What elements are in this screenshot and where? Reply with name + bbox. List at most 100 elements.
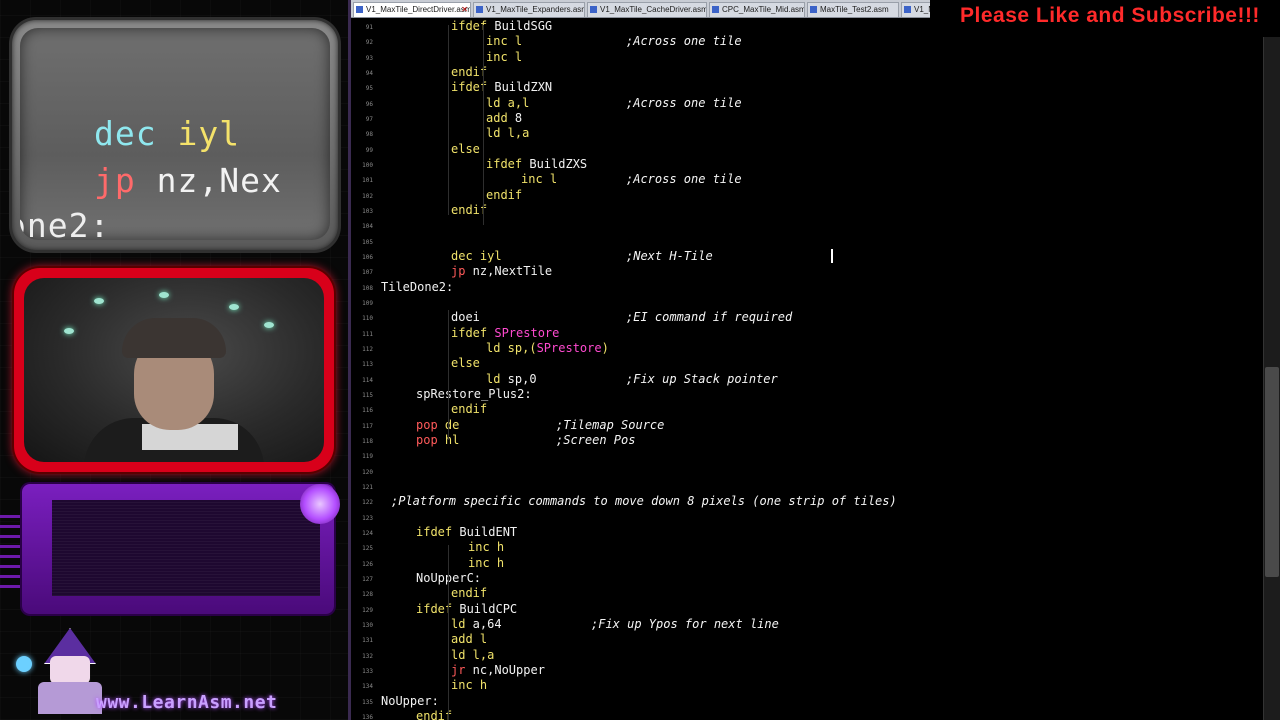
tab-directdriver[interactable]: V1_MaxTile_DirectDriver.asm ✕ <box>353 2 471 17</box>
scrollbar-thumb[interactable] <box>1265 367 1279 577</box>
code-line[interactable]: pop de <box>416 418 459 433</box>
close-icon[interactable]: ✕ <box>461 3 468 17</box>
code-token: ld <box>451 616 466 631</box>
code-line[interactable]: jp nz,NextTile <box>451 264 552 279</box>
code-token: ifdef <box>451 80 488 95</box>
code-token: ifdef <box>416 601 453 616</box>
tab-cachedriver[interactable]: V1_MaxTile_CacheDriver.asm <box>587 2 707 17</box>
code-token: inc <box>486 49 508 64</box>
code-token: nz,NextTile <box>465 264 553 279</box>
code-token: l,a <box>500 126 530 141</box>
tab-test2[interactable]: MaxTile_Test2.asm <box>807 2 899 17</box>
light-bulb-icon <box>94 298 104 304</box>
code-line[interactable]: add l <box>451 632 487 647</box>
code-token: ifdef <box>486 156 523 171</box>
indent-guide <box>448 310 449 440</box>
tab-label: CPC_MaxTile_Mid.asm <box>722 5 805 14</box>
code-token: l <box>507 34 523 49</box>
code-editor[interactable]: V1_MaxTile_DirectDriver.asm ✕ V1_MaxTile… <box>351 0 1280 720</box>
code-line[interactable]: endif <box>451 203 487 218</box>
code-line[interactable]: ifdef BuildENT <box>416 525 517 540</box>
tab-cpc-mid[interactable]: CPC_MaxTile_Mid.asm <box>709 2 805 17</box>
light-bulb-icon <box>159 292 169 298</box>
code-line[interactable]: endif <box>451 402 487 417</box>
code-line[interactable]: inc h <box>451 678 487 693</box>
light-bulb-icon <box>64 328 74 334</box>
code-token: add <box>486 110 508 125</box>
code-line[interactable]: endif <box>451 65 487 80</box>
code-token: BuildZXN <box>487 80 553 95</box>
code-token: a,l <box>500 95 530 110</box>
code-comment: ;Screen Pos <box>556 432 636 447</box>
code-area[interactable]: ifdef BuildSGG inc l ;Across one tile inc l… <box>351 17 1241 720</box>
code-line[interactable]: ifdef BuildCPC <box>416 602 517 617</box>
asm-file-icon <box>590 6 597 13</box>
code-token: ld <box>486 340 501 355</box>
code-token: l <box>542 172 558 187</box>
code-line[interactable]: inc l <box>521 172 557 187</box>
tab-label: V1_MaxTile_CacheDriver.asm <box>600 5 707 14</box>
code-line[interactable]: else <box>451 356 480 371</box>
code-token: endif <box>451 402 488 417</box>
code-token: endif <box>451 202 488 217</box>
code-token: BuildCPC <box>452 601 518 616</box>
code-line[interactable]: endif <box>416 709 452 720</box>
presenter-cap <box>122 318 226 358</box>
code-line[interactable]: ifdef BuildSGG <box>451 19 552 34</box>
code-line[interactable]: inc h <box>468 556 504 571</box>
code-token: doei <box>451 310 480 325</box>
code-token: ifdef <box>451 325 488 340</box>
code-line[interactable]: doei <box>451 310 480 325</box>
code-line[interactable]: ld sp,(SPrestore) <box>486 341 609 356</box>
tab-label: V1_MaxTile_DirectDriver.asm <box>366 5 471 14</box>
zoom-line-3: one2: <box>20 206 111 240</box>
webcam-frame <box>14 268 334 472</box>
asm-file-icon <box>904 6 911 13</box>
zoom-arg-1: iyl <box>177 114 241 153</box>
code-line[interactable]: endif <box>451 586 487 601</box>
light-bulb-icon <box>229 304 239 310</box>
zoom-arg-2: nz,Nex <box>156 161 282 200</box>
code-token: l <box>472 632 488 647</box>
webcam-view <box>24 278 324 462</box>
code-line[interactable]: ifdef SPrestore <box>451 326 559 341</box>
code-token: ifdef <box>451 19 488 33</box>
code-comment: ;Across one tile <box>626 34 742 49</box>
code-token: ld <box>486 95 501 110</box>
code-line[interactable]: endif <box>486 188 522 203</box>
code-token: SPrestore <box>494 325 560 340</box>
code-token: pop <box>416 432 438 447</box>
code-line[interactable]: NoUpper: <box>381 694 439 709</box>
vertical-scrollbar[interactable] <box>1263 37 1280 720</box>
code-token: jp <box>451 264 466 279</box>
code-line[interactable]: add 8 <box>486 111 522 126</box>
code-token: inc <box>486 34 508 49</box>
code-line[interactable]: inc l <box>486 50 522 65</box>
code-line[interactable]: ld l,a <box>451 648 494 663</box>
tab-expanders[interactable]: V1_MaxTile_Expanders.asm <box>473 2 585 17</box>
code-line[interactable]: ld sp,0 <box>486 372 537 387</box>
code-line[interactable]: ifdef BuildZXS <box>486 157 587 172</box>
code-line[interactable]: pop hl <box>416 433 459 448</box>
indent-guide <box>483 25 484 225</box>
code-line[interactable]: ld a,l <box>486 96 529 111</box>
code-token: h <box>472 678 488 693</box>
code-line[interactable]: inc h <box>468 540 504 555</box>
code-line[interactable]: ld a,64 <box>451 617 502 632</box>
code-comment: ;Fix up Stack pointer <box>626 371 778 386</box>
code-line[interactable]: TileDone2: <box>381 280 453 295</box>
zoom-line-2: jp nz,Nex <box>94 161 282 200</box>
code-line[interactable]: ld l,a <box>486 126 529 141</box>
code-token: else <box>451 141 480 156</box>
code-token: inc <box>451 678 473 693</box>
code-line[interactable]: ifdef BuildZXN <box>451 80 552 95</box>
code-line[interactable]: dec iyl <box>451 249 502 264</box>
code-token: nc,NoUpper <box>465 662 545 677</box>
code-token: dec <box>451 248 473 263</box>
code-line[interactable]: spRestore_Plus2: <box>416 387 532 402</box>
code-line[interactable]: inc l <box>486 34 522 49</box>
code-token: 8 <box>507 110 523 125</box>
code-line[interactable]: jr nc,NoUpper <box>451 663 545 678</box>
code-line[interactable]: else <box>451 142 480 157</box>
code-token: inc <box>468 540 490 555</box>
